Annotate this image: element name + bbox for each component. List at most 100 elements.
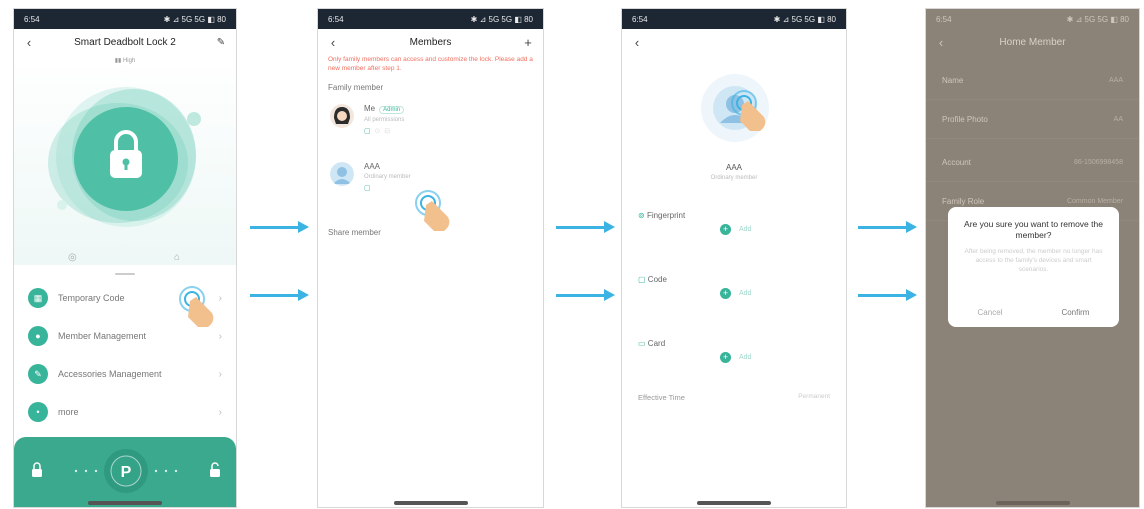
- confirm-button[interactable]: Confirm: [1061, 308, 1089, 317]
- back-button[interactable]: ‹: [22, 35, 36, 50]
- history-icon[interactable]: ◎: [68, 252, 77, 263]
- wrench-icon: ✎: [28, 364, 48, 384]
- plus-icon: +: [720, 352, 731, 363]
- row-value: AAA: [1108, 76, 1123, 84]
- member-subtitle: Ordinary member: [364, 174, 411, 180]
- lock-visual[interactable]: [14, 55, 237, 265]
- menu-item-more[interactable]: • more ›: [14, 393, 236, 431]
- page-title: Home Member: [999, 36, 1066, 48]
- info-row-name[interactable]: Name AAA: [926, 61, 1139, 100]
- section-label: Code: [647, 275, 667, 284]
- status-bar: 6:54 ✱ ⊿ 5G 5G ◧ 80: [622, 9, 846, 29]
- section-code: ▢ Code + Add: [622, 275, 846, 339]
- section-label: Fingerprint: [646, 211, 686, 220]
- status-bar: 6:54 ✱ ⊿ 5G 5G ◧ 80: [14, 9, 236, 29]
- row-value: 86-1506998458: [1073, 158, 1123, 166]
- chevron-right-icon: ›: [218, 368, 222, 380]
- screen-home-member: 6:54 ✱ ⊿ 5G 5G ◧ 80 ‹ Home Member Name A…: [925, 8, 1140, 508]
- top-nav: ‹ Smart Deadbolt Lock 2 ✎: [14, 29, 236, 55]
- flow-arrow: [250, 289, 309, 301]
- effective-time-label: Effective Time: [638, 393, 685, 402]
- unlock-slider-graphic: P: [32, 449, 220, 493]
- keypad-icon: ▢: [638, 275, 646, 284]
- chevron-right-icon: ›: [218, 406, 222, 418]
- home-indicator: [995, 501, 1070, 505]
- cancel-button[interactable]: Cancel: [978, 308, 1003, 317]
- card-icon: ▭: [638, 339, 646, 348]
- add-code-button[interactable]: + Add: [622, 284, 846, 299]
- settings-icon[interactable]: ⌂: [174, 252, 180, 263]
- tap-hand-icon: [415, 190, 450, 231]
- add-card-button[interactable]: + Add: [622, 348, 846, 363]
- menu-item-label: Member Management: [58, 331, 147, 341]
- avatar: [330, 162, 354, 186]
- menu-item-accessories[interactable]: ✎ Accessories Management ›: [14, 355, 236, 393]
- screen-members: 6:54 ✱ ⊿ 5G 5G ◧ 80 ‹ Members + Only fam…: [317, 8, 544, 508]
- member-permission-icons: ▢ ⊙ ⊟: [364, 128, 391, 135]
- menu-item-label: more: [58, 407, 79, 417]
- user-icon: ●: [28, 326, 48, 346]
- family-member-heading: Family member: [328, 83, 384, 92]
- member-subtitle: All permissions: [364, 117, 405, 123]
- avatar: [330, 104, 354, 128]
- fingerprint-icon: ⊚: [638, 211, 645, 220]
- remove-member-dialog: Are you sure you want to remove the memb…: [948, 207, 1119, 327]
- member-info-list: Name AAA Profile Photo AA Account 86-150…: [926, 61, 1139, 221]
- add-member-button[interactable]: +: [521, 35, 535, 50]
- add-label: Add: [739, 354, 752, 361]
- unlock-methods: ⊚ Fingerprint + Add ▢ Code + Add ▭ Card + A…: [622, 211, 846, 402]
- plus-icon: +: [720, 224, 731, 235]
- screen-member-detail: 6:54 ✱ ⊿ 5G 5G ◧ 80 ‹ AAA Ordinary membe…: [621, 8, 847, 508]
- flow-arrow: [858, 221, 917, 233]
- flow-arrow: [858, 289, 917, 301]
- back-button[interactable]: ‹: [934, 35, 948, 50]
- status-icons: ✱ ⊿ 5G 5G ◧ 80: [1066, 14, 1129, 24]
- home-indicator: [393, 501, 468, 505]
- row-label: Name: [942, 75, 964, 85]
- drag-handle[interactable]: [115, 273, 135, 275]
- status-icons: ✱ ⊿ 5G 5G ◧ 80: [470, 14, 533, 24]
- flow-arrow: [250, 221, 309, 233]
- info-row-photo[interactable]: Profile Photo AA: [926, 100, 1139, 139]
- top-nav: ‹: [622, 29, 846, 55]
- grid-icon: ▦: [28, 288, 48, 308]
- status-icons: ✱ ⊿ 5G 5G ◧ 80: [163, 14, 226, 24]
- status-time: 6:54: [632, 14, 648, 24]
- back-button[interactable]: ‹: [630, 35, 644, 50]
- effective-time-row[interactable]: Effective Time Permanent: [622, 393, 846, 402]
- add-label: Add: [739, 290, 752, 297]
- member-subtitle: Ordinary member: [710, 175, 758, 181]
- more-icon: •: [28, 402, 48, 422]
- status-bar: 6:54 ✱ ⊿ 5G 5G ◧ 80: [318, 9, 543, 29]
- section-card: ▭ Card + Add: [622, 339, 846, 393]
- effective-time-value: Permanent: [798, 393, 830, 400]
- row-label: Family Role: [942, 196, 985, 206]
- tap-hand-icon: [731, 90, 766, 131]
- screen-lock-home: 6:54 ✱ ⊿ 5G 5G ◧ 80 ‹ Smart Deadbolt Loc…: [13, 8, 237, 508]
- tap-hand-icon: [179, 286, 214, 327]
- add-fingerprint-button[interactable]: + Add: [622, 220, 846, 235]
- back-button[interactable]: ‹: [326, 35, 340, 50]
- row-value: Common Member: [1066, 197, 1123, 205]
- member-row[interactable]: Me Admin All permissions ▢ ⊙ ⊟: [318, 98, 543, 156]
- top-nav: ‹ Home Member: [926, 29, 1139, 55]
- section-label: Card: [647, 339, 666, 348]
- status-bar: 6:54 ✱ ⊿ 5G 5G ◧ 80: [926, 9, 1139, 29]
- page-title: Members: [409, 36, 452, 48]
- home-indicator: [697, 501, 771, 505]
- unlock-slider[interactable]: P: [14, 437, 236, 507]
- status-time: 6:54: [24, 14, 40, 24]
- status-icons: ✱ ⊿ 5G 5G ◧ 80: [773, 14, 836, 24]
- lock-hero: ▮▮ High ◎ ⌂: [14, 55, 236, 265]
- home-indicator: [88, 501, 162, 505]
- row-value: AA: [1113, 115, 1123, 123]
- member-name: AAA: [725, 163, 742, 172]
- menu-item-label: Temporary Code: [58, 293, 125, 303]
- role-badge: Admin: [379, 106, 405, 114]
- chevron-right-icon: ›: [218, 330, 222, 342]
- page-title: Smart Deadbolt Lock 2: [74, 36, 176, 48]
- member-name: AAA: [364, 162, 381, 171]
- status-time: 6:54: [328, 14, 344, 24]
- edit-button[interactable]: ✎: [214, 37, 228, 48]
- add-label: Add: [739, 226, 752, 233]
